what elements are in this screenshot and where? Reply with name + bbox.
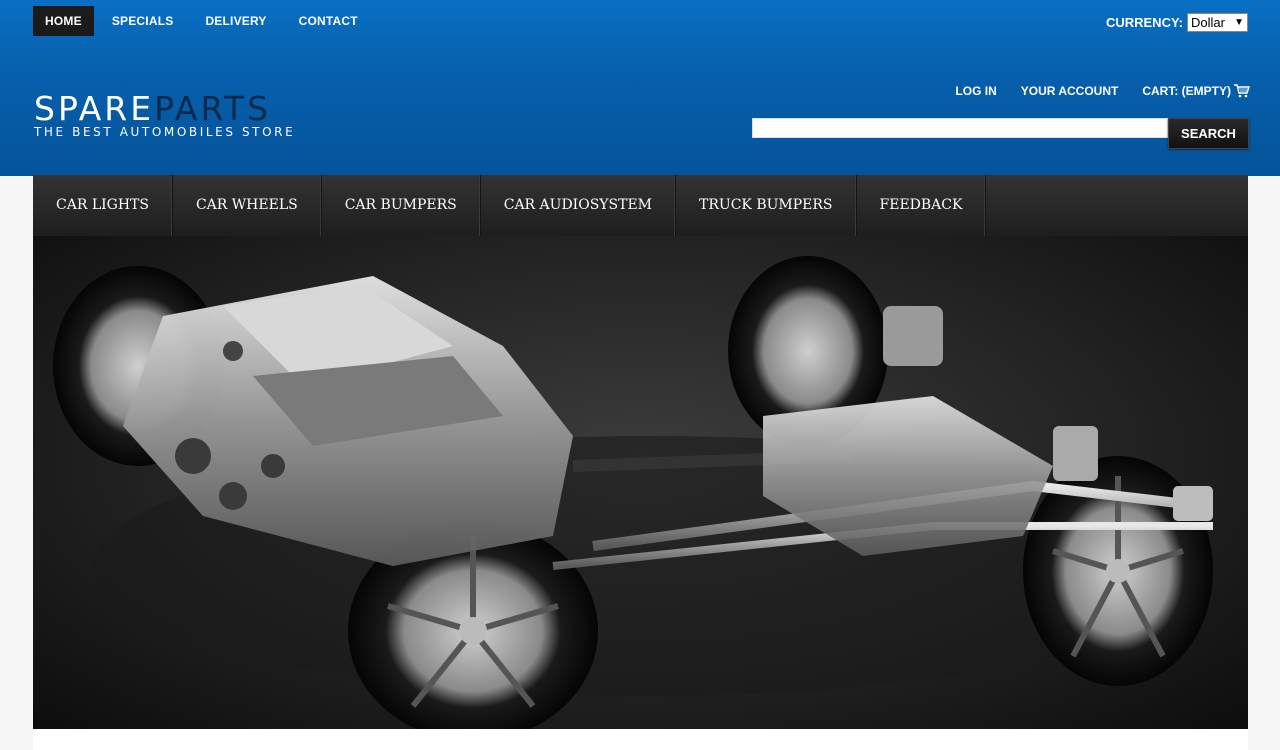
logo-wordmark: SPAREPARTS — [34, 92, 295, 125]
cart-label: CART: (EMPTY) — [1142, 84, 1231, 98]
top-nav-contact[interactable]: CONTACT — [285, 6, 372, 36]
site-logo[interactable]: SPAREPARTS THE BEST AUTOMOBILES STORE — [34, 92, 296, 139]
category-car-bumpers[interactable]: CAR BUMPERS — [322, 175, 481, 236]
logo-word-parts: PARTS — [154, 89, 272, 128]
currency-select[interactable]: Dollar ▼ — [1187, 13, 1248, 32]
hero-banner[interactable] — [33, 236, 1248, 729]
top-nav-home[interactable]: HOME — [33, 6, 94, 36]
car-chassis-illustration — [53, 256, 1213, 729]
category-feedback[interactable]: FEEDBACK — [857, 175, 987, 236]
account-link[interactable]: YOUR ACCOUNT — [1021, 84, 1119, 98]
content-area — [33, 729, 1248, 750]
shopping-cart-icon — [1234, 84, 1250, 98]
category-nav: CAR LIGHTS CAR WHEELS CAR BUMPERS CAR AU… — [33, 175, 1248, 236]
login-link[interactable]: LOG IN — [955, 84, 996, 98]
search-input[interactable] — [752, 118, 1168, 138]
currency-value: Dollar — [1191, 15, 1225, 30]
search-button[interactable]: SEARCH — [1168, 118, 1249, 149]
currency-selector: CURRENCY: Dollar ▼ — [1106, 13, 1248, 32]
currency-label: CURRENCY: — [1105, 15, 1183, 30]
user-nav: LOG IN YOUR ACCOUNT CART: (EMPTY) — [931, 84, 1250, 98]
top-nav-delivery[interactable]: DELIVERY — [191, 6, 280, 36]
dropdown-arrow-icon: ▼ — [1234, 17, 1244, 28]
top-nav: HOME SPECIALS DELIVERY CONTACT — [33, 6, 376, 36]
category-truck-bumpers[interactable]: TRUCK BUMPERS — [676, 175, 857, 236]
category-car-lights[interactable]: CAR LIGHTS — [33, 175, 173, 236]
logo-word-spare: SPARE — [34, 89, 155, 128]
cart-link[interactable]: CART: (EMPTY) — [1142, 84, 1250, 98]
logo-tagline: THE BEST AUTOMOBILES STORE — [34, 125, 296, 139]
site-header: HOME SPECIALS DELIVERY CONTACT CURRENCY:… — [0, 0, 1280, 176]
category-car-audiosystem[interactable]: CAR AUDIOSYSTEM — [481, 175, 677, 236]
top-nav-specials[interactable]: SPECIALS — [98, 6, 188, 36]
category-car-wheels[interactable]: CAR WHEELS — [173, 175, 322, 236]
